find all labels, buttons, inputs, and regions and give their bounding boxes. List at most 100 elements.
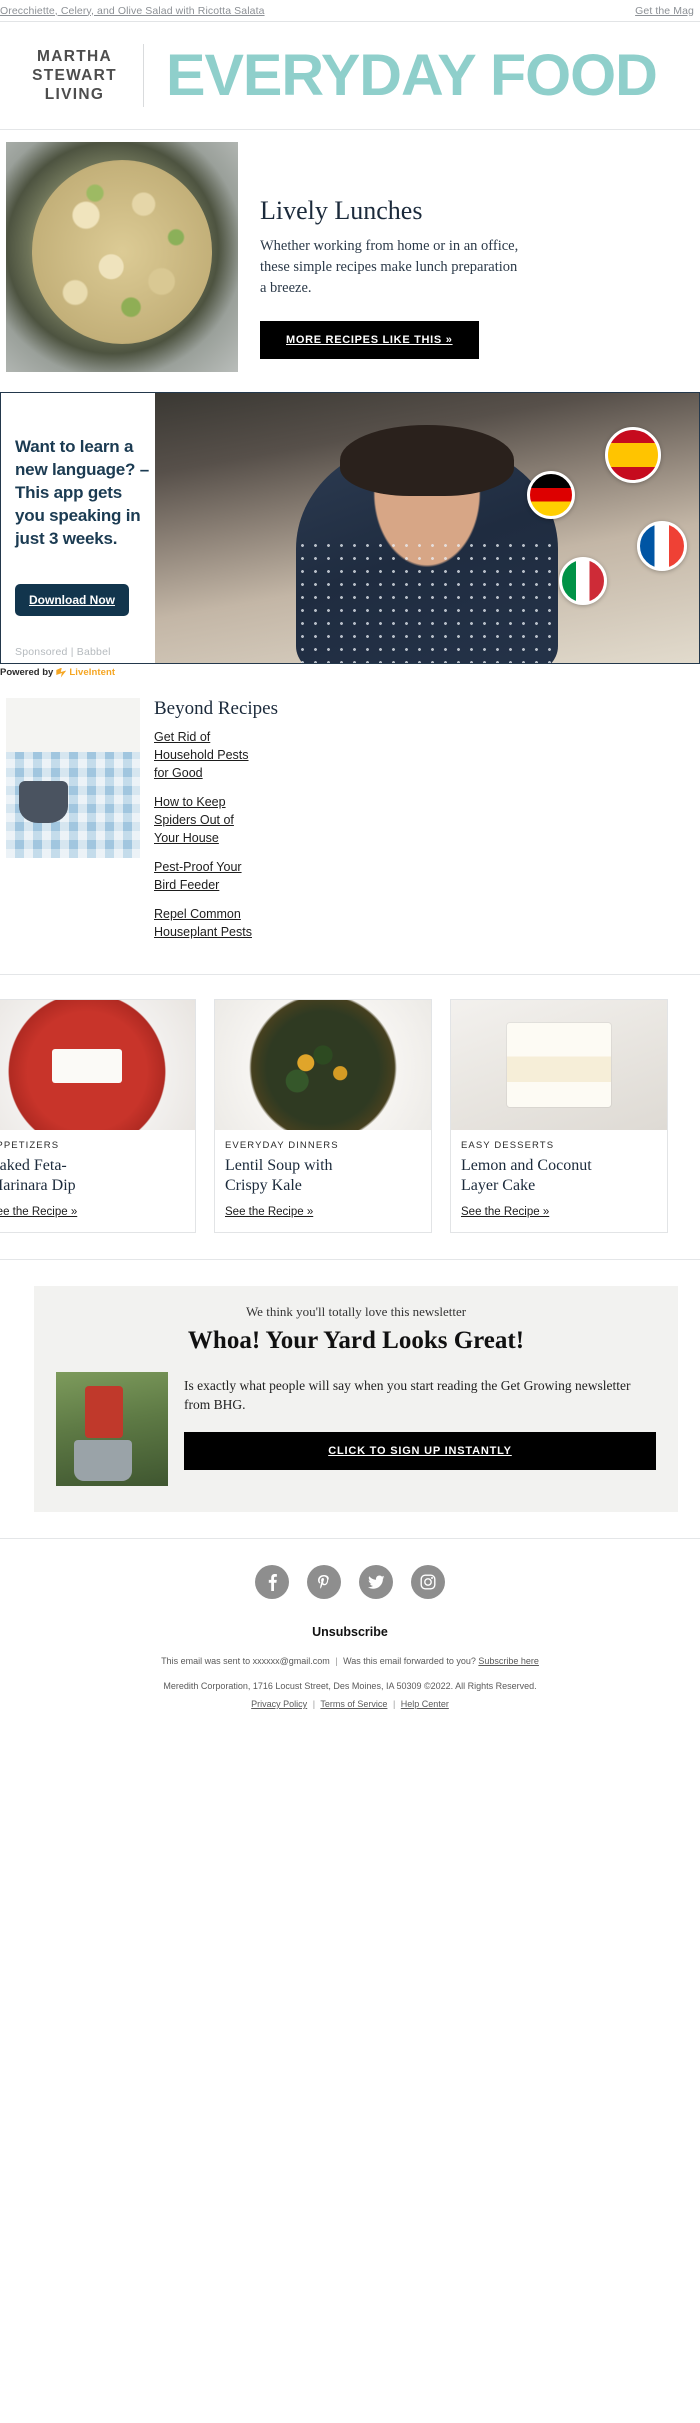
pinterest-icon[interactable] xyxy=(307,1565,341,1599)
beyond-link-2[interactable]: How to Keep Spiders Out of Your House xyxy=(154,793,258,847)
powered-by-text: Powered by xyxy=(0,667,54,678)
subscribe-here-link[interactable]: Subscribe here xyxy=(478,1656,539,1666)
masthead-divider xyxy=(143,44,144,107)
beyond-recipes-photo[interactable] xyxy=(6,698,140,858)
beyond-recipes-heading: Beyond Recipes xyxy=(154,698,279,719)
france-flag-icon xyxy=(637,521,687,571)
sign-up-button[interactable]: CLICK TO SIGN UP INSTANTLY xyxy=(184,1432,656,1470)
recipe-card-body: EVERYDAY DINNERS Lentil Soup with Crispy… xyxy=(215,1130,431,1232)
italy-flag-icon xyxy=(559,557,607,605)
germany-flag-icon xyxy=(527,471,575,519)
recipe-card-title-line-2: Crispy Kale xyxy=(225,1177,302,1194)
ad-headline: Want to learn a new language? – This app… xyxy=(15,437,149,548)
promo-body: Is exactly what people will say when you… xyxy=(184,1378,631,1412)
see-the-recipe-link[interactable]: See the Recipe » xyxy=(225,1206,313,1218)
unsubscribe-section: Unsubscribe xyxy=(0,1625,700,1639)
promo-copy: Is exactly what people will say when you… xyxy=(184,1372,656,1470)
recipe-card-title-line-2: Marinara Dip xyxy=(0,1177,76,1194)
powered-by-liveintent: Powered by LiveIntent xyxy=(0,664,700,682)
preheader-bar: Orecchiette, Celery, and Olive Salad wit… xyxy=(0,0,700,22)
terms-of-service-link[interactable]: Terms of Service xyxy=(320,1699,387,1709)
promo-row: Is exactly what people will say when you… xyxy=(56,1372,656,1486)
recipe-card[interactable]: EVERYDAY DINNERS Lentil Soup with Crispy… xyxy=(214,999,432,1233)
promo-kicker: We think you'll totally love this newsle… xyxy=(245,1304,467,1319)
hero-pasta-photo[interactable] xyxy=(6,142,238,372)
brand-line-3: LIVING xyxy=(44,86,105,103)
forwarded-question-text: Was this email forwarded to you? xyxy=(343,1656,476,1666)
hero-section: Lively Lunches Whether working from home… xyxy=(0,130,700,392)
beyond-recipes-copy: Beyond Recipes Get Rid of Household Pest… xyxy=(140,698,700,952)
download-now-button[interactable]: Download Now xyxy=(15,584,129,616)
recipe-card-image-desserts xyxy=(451,1000,667,1130)
legal-separator-2: | xyxy=(312,1699,316,1709)
recipe-card-image-appetizers xyxy=(0,1000,195,1130)
martha-stewart-living-logo[interactable]: MARTHA STEWART LIVING xyxy=(22,47,127,104)
hero-heading: Lively Lunches xyxy=(260,196,423,225)
advertisement-section: Want to learn a new language? – This app… xyxy=(0,392,700,682)
recipe-card-kicker: EVERYDAY DINNERS xyxy=(225,1140,339,1151)
beyond-link-4[interactable]: Repel Common Houseplant Pests xyxy=(154,905,258,941)
legal-row-links: Privacy Policy | Terms of Service | Help… xyxy=(0,1696,700,1712)
ad-image xyxy=(155,393,699,663)
everyday-food-title: EVERYDAY FOOD xyxy=(166,42,658,108)
legal-separator-3: | xyxy=(392,1699,396,1709)
masthead: MARTHA STEWART LIVING EVERYDAY FOOD xyxy=(0,22,700,130)
sent-to-text: This email was sent to xxxxxx@gmail.com xyxy=(161,1656,330,1666)
liveintent-brand-name: LiveIntent xyxy=(69,667,116,678)
legal-row-sent-to: This email was sent to xxxxxx@gmail.com … xyxy=(0,1653,700,1669)
preheader-get-mag-link[interactable]: Get the Mag xyxy=(435,5,694,17)
privacy-policy-link[interactable]: Privacy Policy xyxy=(251,1699,307,1709)
recipe-card-title-line-1: Baked Feta- xyxy=(0,1157,67,1174)
liveintent-logo-icon xyxy=(56,667,67,678)
recipe-card-kicker: APPETIZERS xyxy=(0,1140,60,1151)
spain-flag-icon xyxy=(605,427,661,483)
recipe-card[interactable]: EASY DESSERTS Lemon and Coconut Layer Ca… xyxy=(450,999,668,1233)
legal-separator-1: | xyxy=(335,1656,338,1666)
hero-copy: Lively Lunches Whether working from home… xyxy=(238,142,700,372)
recipe-card-kicker: EASY DESSERTS xyxy=(461,1140,555,1151)
recipe-card-title: Lemon and Coconut Layer Cake xyxy=(461,1156,657,1196)
newsletter-promo-section: We think you'll totally love this newsle… xyxy=(0,1260,700,1538)
instagram-icon[interactable] xyxy=(411,1565,445,1599)
recipe-card-body: EASY DESSERTS Lemon and Coconut Layer Ca… xyxy=(451,1130,667,1232)
twitter-icon[interactable] xyxy=(359,1565,393,1599)
babbel-ad[interactable]: Want to learn a new language? – This app… xyxy=(0,392,700,664)
ad-person-hair xyxy=(339,425,515,496)
email-page: Orecchiette, Celery, and Olive Salad wit… xyxy=(0,0,700,1736)
recipe-card-body: APPETIZERS Baked Feta- Marinara Dip See … xyxy=(0,1130,195,1232)
legal-row-company: Meredith Corporation, 1716 Locust Street… xyxy=(0,1678,700,1694)
recipe-card-title-line-2: Layer Cake xyxy=(461,1177,536,1194)
hero-body-line-1: Whether working from home or in an offic… xyxy=(260,238,519,254)
promo-heading: Whoa! Your Yard Looks Great! xyxy=(187,1327,525,1354)
brand-line-2: STEWART xyxy=(32,67,117,84)
facebook-icon[interactable] xyxy=(255,1565,289,1599)
recipe-card-title-line-1: Lemon and Coconut xyxy=(461,1157,592,1174)
beyond-link-3[interactable]: Pest-Proof Your Bird Feeder xyxy=(154,858,258,894)
beyond-link-1[interactable]: Get Rid of Household Pests for Good xyxy=(154,728,258,782)
recipe-card[interactable]: APPETIZERS Baked Feta- Marinara Dip See … xyxy=(0,999,196,1233)
newsletter-promo-card: We think you'll totally love this newsle… xyxy=(34,1286,678,1512)
company-address-text: Meredith Corporation, 1716 Locust Street… xyxy=(163,1681,537,1691)
recipe-cards-row: APPETIZERS Baked Feta- Marinara Dip See … xyxy=(0,975,700,1260)
more-recipes-button[interactable]: MORE RECIPES LIKE THIS » xyxy=(260,321,479,359)
ad-sponsor-label: Sponsored | Babbel xyxy=(15,646,111,658)
preheader-recipe-link[interactable]: Orecchiette, Celery, and Olive Salad wit… xyxy=(0,5,265,17)
see-the-recipe-link[interactable]: See the Recipe » xyxy=(461,1206,549,1218)
help-center-link[interactable]: Help Center xyxy=(401,1699,449,1709)
recipe-card-title-line-1: Lentil Soup with xyxy=(225,1157,333,1174)
recipe-card-image-dinners xyxy=(215,1000,431,1130)
unsubscribe-link[interactable]: Unsubscribe xyxy=(312,1625,388,1639)
footer: Unsubscribe This email was sent to xxxxx… xyxy=(0,1538,700,1736)
recipe-card-title: Baked Feta- Marinara Dip xyxy=(0,1156,185,1196)
hero-body: Whether working from home or in an offic… xyxy=(260,236,680,299)
recipe-card-title: Lentil Soup with Crispy Kale xyxy=(225,1156,421,1196)
beyond-recipes-section: Beyond Recipes Get Rid of Household Pest… xyxy=(0,682,700,975)
hero-body-line-3: a breeze. xyxy=(260,280,312,296)
legal-text: This email was sent to xxxxxx@gmail.com … xyxy=(0,1653,700,1712)
ad-copy: Want to learn a new language? – This app… xyxy=(1,393,155,663)
see-the-recipe-link[interactable]: See the Recipe » xyxy=(0,1206,77,1218)
hero-body-line-2: these simple recipes make lunch preparat… xyxy=(260,259,518,275)
brand-line-1: MARTHA xyxy=(37,48,112,65)
promo-gardening-photo xyxy=(56,1372,168,1486)
social-links xyxy=(0,1565,700,1599)
